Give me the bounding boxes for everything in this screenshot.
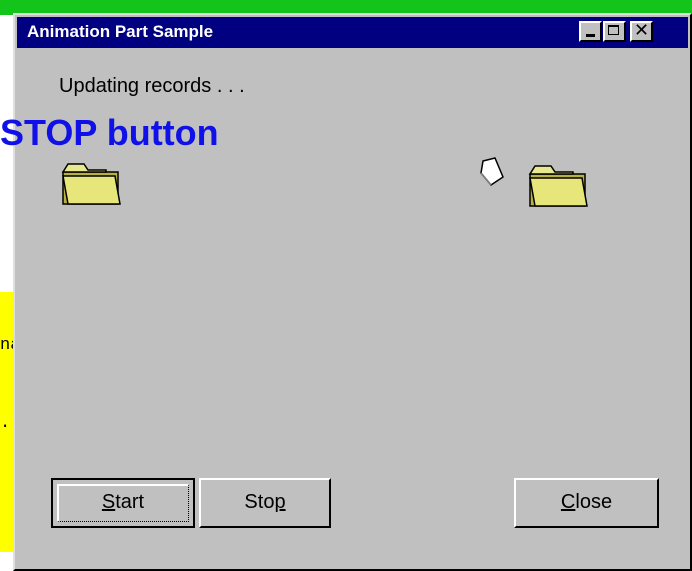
close-label-post: lose [575,491,613,513]
close-icon: ✕ [633,20,650,41]
animation-dialog: Animation Part Sample ✕ Updating records… [13,13,692,571]
status-label: Updating records . . . [59,75,245,97]
folder-icon [528,165,588,207]
close-label-mnemonic: C [560,491,576,513]
maximize-button[interactable] [603,21,626,42]
minimize-icon [586,34,595,37]
maximize-icon [608,25,619,35]
window-title: Animation Part Sample [27,22,214,41]
stop-label-mnemonic: p [274,491,286,513]
stop-label-pre: Sto [244,491,275,513]
start-label-post: tart [115,491,145,513]
stop-button[interactable]: Stop [199,478,331,528]
start-label-mnemonic: S [101,491,116,513]
close-button[interactable]: Close [514,478,659,528]
title-bar[interactable]: Animation Part Sample ✕ [17,17,688,48]
paper-icon [480,157,504,186]
folder-icon [61,163,121,205]
slide-overlay-title: STOP button [0,112,219,153]
start-button[interactable]: Start [51,478,195,528]
minimize-button[interactable] [579,21,602,42]
close-window-button[interactable]: ✕ [630,20,653,42]
